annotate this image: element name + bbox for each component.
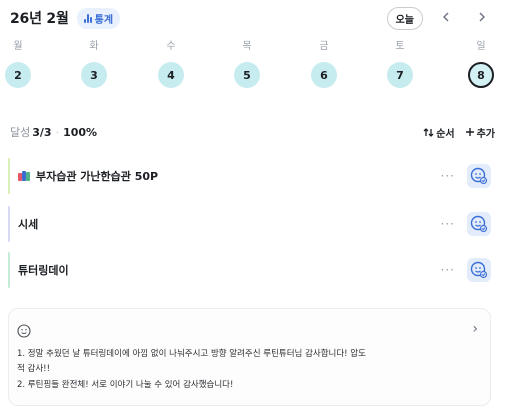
weekday-label: 월 (13, 41, 23, 52)
calendar-header: 26년 2월 통계 오늘 (10, 6, 495, 30)
weekday-label: 수 (166, 41, 176, 52)
weekday-label: 금 (319, 41, 329, 52)
reorder-button[interactable]: 순서 (423, 125, 455, 140)
books-icon (18, 171, 31, 181)
achievement-count: 3/3 (32, 125, 52, 139)
day-circle-selected[interactable]: 8 (468, 62, 494, 88)
day-column-wed[interactable]: 수 4 (156, 40, 186, 88)
memo-text-line: 2. 루틴핑들 완전체! 서로 이야기 나눌 수 있어 감사했습니다! (17, 380, 234, 390)
smile-check-icon (470, 261, 488, 279)
add-task-button[interactable]: 추가 (465, 125, 495, 140)
weekday-label: 일 (476, 41, 486, 52)
task-title: 튜터링데이 (18, 264, 69, 277)
day-column-sat[interactable]: 토 7 (385, 40, 415, 88)
month-title: 26년 2월 (10, 11, 69, 27)
day-circle[interactable]: 7 (387, 62, 413, 88)
next-week-button[interactable] (469, 10, 495, 26)
task-check-button[interactable] (467, 212, 491, 236)
stats-label: 통계 (94, 14, 114, 26)
memo-text-line: 적 감사!! (17, 364, 50, 374)
task-row[interactable]: 부자습관 가난한습관 50P ··· (8, 158, 491, 194)
day-column-mon[interactable]: 월 2 (3, 40, 33, 88)
task-title: 시세 (18, 218, 39, 231)
more-options-button[interactable]: ··· (441, 263, 455, 277)
achievement-label: 달성 (10, 126, 31, 139)
task-row[interactable]: 시세 ··· (8, 206, 491, 242)
task-check-button[interactable] (467, 164, 491, 188)
task-title: 부자습관 가난한습관 50P (36, 170, 159, 183)
weekday-label: 토 (395, 41, 405, 52)
day-column-tue[interactable]: 화 3 (79, 40, 109, 88)
day-column-fri[interactable]: 금 6 (309, 40, 339, 88)
add-label: 추가 (476, 128, 495, 140)
task-row[interactable]: 튜터링데이 ··· (8, 252, 491, 288)
day-circle[interactable]: 5 (234, 62, 260, 88)
more-options-button[interactable]: ··· (441, 169, 455, 183)
day-circle[interactable]: 2 (5, 62, 31, 88)
sort-arrows-icon (423, 127, 434, 137)
stats-button[interactable]: 통계 (76, 7, 121, 29)
week-strip: 월 2 화 3 수 4 목 5 금 6 토 7 일 8 (0, 40, 505, 96)
more-options-button[interactable]: ··· (441, 217, 455, 231)
task-check-button[interactable] (467, 258, 491, 282)
chevron-right-icon[interactable]: › (472, 321, 478, 337)
achievement-percent: 100% (63, 125, 98, 139)
day-circle[interactable]: 4 (158, 62, 184, 88)
smile-face-icon (17, 323, 31, 342)
smile-check-icon (470, 167, 488, 185)
list-actions: 순서 추가 (423, 125, 495, 140)
chevron-left-icon (443, 12, 449, 22)
reorder-label: 순서 (436, 128, 455, 140)
header-controls: 오늘 (386, 6, 495, 30)
separator-dot: · (55, 125, 60, 139)
weekday-label: 목 (242, 41, 252, 52)
task-color-bar (8, 206, 10, 242)
task-color-bar (8, 252, 10, 288)
bar-chart-icon (83, 13, 92, 23)
prev-week-button[interactable] (433, 10, 459, 26)
smile-check-icon (470, 215, 488, 233)
chevron-right-icon (479, 12, 485, 22)
day-column-sun[interactable]: 일 8 (466, 40, 496, 88)
day-circle[interactable]: 3 (81, 62, 107, 88)
task-color-bar (8, 158, 10, 194)
day-column-thu[interactable]: 목 5 (232, 40, 262, 88)
today-button[interactable]: 오늘 (386, 6, 423, 30)
achievement-summary: 달성 3/3 · 100% 순서 추가 (10, 124, 495, 140)
weekday-label: 화 (89, 41, 99, 52)
day-circle[interactable]: 6 (311, 62, 337, 88)
memo-text-line: 1. 정말 추웠던 날 튜터링데이에 아낌 없이 나눠주시고 방향 알려주신 루… (17, 349, 366, 359)
plus-icon (465, 128, 474, 136)
task-title-wrap: 부자습관 가난한습관 50P (18, 168, 158, 184)
daily-memo-card[interactable]: › 1. 정말 추웠던 날 튜터링데이에 아낌 없이 나눠주시고 방향 알려주신… (8, 308, 491, 406)
